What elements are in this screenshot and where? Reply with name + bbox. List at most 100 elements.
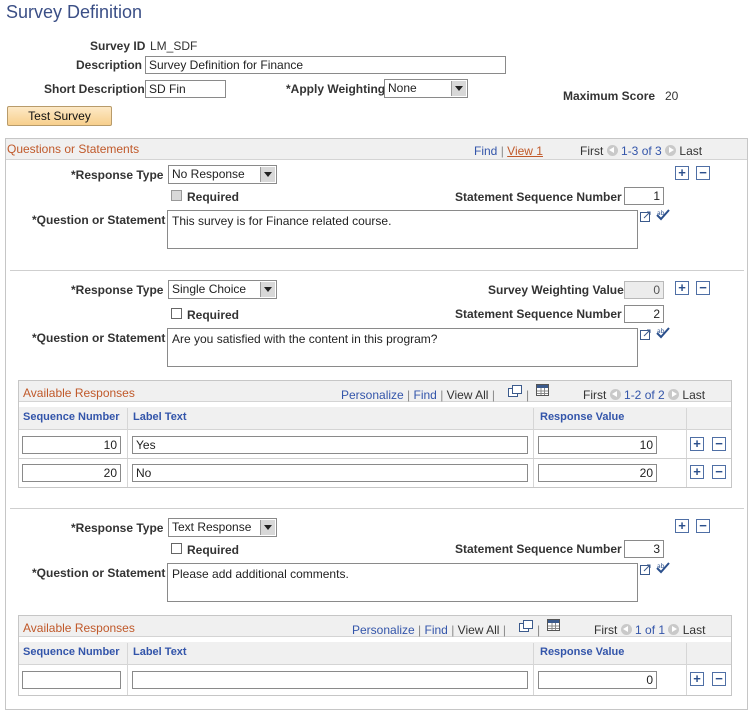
response-type-label: *Response Type xyxy=(71,521,164,535)
first-label: First xyxy=(580,144,604,158)
question-label: *Question or Statement xyxy=(32,213,166,227)
sequence-input[interactable]: 3 xyxy=(624,540,664,558)
grid-title: Available Responses xyxy=(23,386,135,400)
question-textarea[interactable]: Are you satisfied with the content in th… xyxy=(167,328,638,367)
page-title: Survey Definition xyxy=(6,2,143,22)
short-description-input[interactable]: SD Fin xyxy=(145,80,226,98)
expand-icon[interactable] xyxy=(640,210,654,222)
response-value-input[interactable]: 10 xyxy=(538,436,657,454)
apply-weighting-value: None xyxy=(388,81,417,95)
questions-pager: First 1-3 of 3 Last xyxy=(580,144,702,158)
delete-row-icon[interactable]: − xyxy=(696,519,710,533)
column-header-label-text[interactable]: Label Text xyxy=(133,411,187,423)
new-window-icon[interactable] xyxy=(519,620,533,632)
add-row-icon[interactable]: + xyxy=(690,672,704,686)
survey-id-label: Survey ID xyxy=(90,39,146,53)
column-header-response-value[interactable]: Response Value xyxy=(540,646,624,658)
sequence-number-input[interactable]: 20 xyxy=(22,464,121,482)
next-arrow-icon[interactable] xyxy=(668,624,680,635)
response-type-select[interactable]: No Response xyxy=(168,165,277,184)
last-label: Last xyxy=(679,144,703,158)
add-row-icon[interactable]: + xyxy=(675,166,689,180)
test-survey-button[interactable]: Test Survey xyxy=(7,106,112,126)
svg-text:ab: ab xyxy=(657,328,665,335)
description-input[interactable]: Survey Definition for Finance xyxy=(145,56,506,74)
separator: | xyxy=(500,144,504,158)
find-link[interactable]: Find xyxy=(474,144,497,158)
personalize-link[interactable]: Personalize xyxy=(341,388,404,402)
response-value-input[interactable]: 0 xyxy=(538,671,657,689)
spellcheck-icon[interactable]: ab xyxy=(656,209,670,221)
delete-row-icon[interactable]: − xyxy=(696,281,710,295)
grid-title: Available Responses xyxy=(23,621,135,635)
expand-icon[interactable] xyxy=(640,563,654,575)
column-header-sequence[interactable]: Sequence Number xyxy=(23,646,120,658)
label-text-input[interactable] xyxy=(132,671,528,689)
chevron-down-icon[interactable] xyxy=(451,81,466,96)
sequence-input[interactable]: 2 xyxy=(624,305,664,323)
delete-row-icon[interactable]: − xyxy=(712,437,726,451)
previous-arrow-icon[interactable] xyxy=(606,145,618,156)
sequence-number-input[interactable] xyxy=(22,671,121,689)
chevron-down-icon[interactable] xyxy=(260,282,275,297)
view-all-link[interactable]: View All xyxy=(458,623,500,637)
short-description-label: Short Description xyxy=(44,82,145,96)
column-header-response-value[interactable]: Response Value xyxy=(540,411,624,423)
question-label: *Question or Statement xyxy=(32,566,166,580)
add-row-icon[interactable]: + xyxy=(675,281,689,295)
description-label: Description xyxy=(76,58,143,72)
label-text-input[interactable]: No xyxy=(132,464,528,482)
apply-weighting-select[interactable]: None xyxy=(384,79,468,98)
required-label: Required xyxy=(187,308,240,322)
grid-pager: First 1 of 1 Last xyxy=(594,623,705,637)
find-link[interactable]: Find xyxy=(414,388,437,402)
required-checkbox[interactable] xyxy=(171,543,182,554)
survey-id-value: LM_SDF xyxy=(150,39,198,53)
questions-grid-title: Questions or Statements xyxy=(7,142,140,156)
required-checkbox[interactable] xyxy=(171,308,182,319)
maximum-score-label: Maximum Score xyxy=(563,89,656,103)
range-label: 1 of 1 xyxy=(635,623,666,637)
find-link[interactable]: Find xyxy=(425,623,448,637)
add-row-icon[interactable]: + xyxy=(690,437,704,451)
chevron-down-icon[interactable] xyxy=(260,167,275,182)
response-value-input[interactable]: 20 xyxy=(538,464,657,482)
next-arrow-icon[interactable] xyxy=(665,145,677,156)
apply-weighting-label: *Apply Weighting xyxy=(286,82,386,96)
view-1-link[interactable]: View 1 xyxy=(507,144,543,158)
sequence-label: Statement Sequence Number xyxy=(455,190,622,204)
column-header-label-text[interactable]: Label Text xyxy=(133,646,187,658)
next-arrow-icon[interactable] xyxy=(668,389,680,400)
label-text-input[interactable]: Yes xyxy=(132,436,528,454)
spellcheck-icon[interactable]: ab xyxy=(656,562,670,574)
sequence-label: Statement Sequence Number xyxy=(455,542,622,556)
download-spreadsheet-icon[interactable] xyxy=(536,384,550,396)
response-type-label: *Response Type xyxy=(71,168,164,182)
previous-arrow-icon[interactable] xyxy=(609,389,621,400)
response-type-select[interactable]: Text Response xyxy=(168,518,277,537)
spellcheck-icon[interactable]: ab xyxy=(656,327,670,339)
range-label: 1-3 of 3 xyxy=(621,144,662,158)
download-spreadsheet-icon[interactable] xyxy=(547,619,561,631)
column-header-sequence[interactable]: Sequence Number xyxy=(23,411,120,423)
last-label: Last xyxy=(682,388,706,402)
add-row-icon[interactable]: + xyxy=(675,519,689,533)
add-row-icon[interactable]: + xyxy=(690,465,704,479)
delete-row-icon[interactable]: − xyxy=(696,166,710,180)
previous-arrow-icon[interactable] xyxy=(620,624,632,635)
sequence-number-input[interactable]: 10 xyxy=(22,436,121,454)
question-textarea[interactable]: This survey is for Finance related cours… xyxy=(167,210,638,249)
personalize-link[interactable]: Personalize xyxy=(352,623,415,637)
new-window-icon[interactable] xyxy=(508,385,522,397)
view-all-link[interactable]: View All xyxy=(447,388,489,402)
first-label: First xyxy=(594,623,618,637)
chevron-down-icon[interactable] xyxy=(260,520,275,535)
question-textarea[interactable]: Please add additional comments. xyxy=(167,563,638,602)
delete-row-icon[interactable]: − xyxy=(712,672,726,686)
expand-icon[interactable] xyxy=(640,328,654,340)
sequence-input[interactable]: 1 xyxy=(624,187,664,205)
required-checkbox[interactable] xyxy=(171,190,182,201)
weighting-input[interactable]: 0 xyxy=(624,281,664,299)
delete-row-icon[interactable]: − xyxy=(712,465,726,479)
response-type-select[interactable]: Single Choice xyxy=(168,280,277,299)
